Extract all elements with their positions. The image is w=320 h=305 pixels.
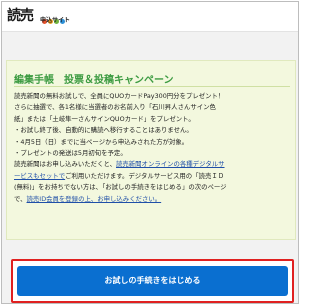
cta-highlight-frame: お試しの手続きをはじめる [11, 259, 294, 303]
digital-services-link-cont[interactable]: ービスもセットで [14, 172, 65, 180]
description-text: で、 [14, 194, 27, 203]
description-line: ・プレゼントの発送は5月初旬を予定。 [14, 149, 127, 158]
campaign-title: 編集手帳 投票＆投稿キャンペーン [14, 75, 174, 86]
logo-dots-icon [42, 9, 66, 24]
description-line: ービスもセットでご利用いただけます。デジタルサービス用の「読売ＩＤ [14, 171, 294, 182]
description-line: で、読売ID会員を登録の上、お申し込みください。 [14, 194, 294, 205]
title-divider [14, 86, 290, 87]
campaign-description: 読売新聞の無料お試しで、全員にQUOカードPay300円分をプレゼント！ さらに… [14, 91, 294, 205]
description-line: (無料)」をお持ちでない方は、「お試しの手続きをはじめる」の次のページ [14, 183, 227, 192]
page-frame: 読売 申込サイト 編集手帳 投票＆投稿キャンペーン 読売新聞の無料お試しで、全員… [1, 1, 299, 304]
description-line: 読売新聞はお申し込みいただくと、読売新聞オンラインの各種デジタルサ [14, 159, 294, 170]
site-logo[interactable]: 読売 [7, 7, 34, 25]
logo-subtitle: 申込サイト [40, 17, 71, 24]
site-header: 読売 申込サイト [2, 2, 298, 32]
description-line: 読売新聞の無料お試しで、全員にQUOカードPay300円分をプレゼント！ [14, 92, 225, 100]
description-line: 紙」または「土岐隼一さんサインQUOカード」をプレゼント。 [14, 114, 195, 123]
start-trial-button[interactable]: お試しの手続きをはじめる [17, 266, 288, 296]
description-line: ・4月5日（日）までに当ページから申込みされた方が対象。 [14, 137, 189, 146]
description-text: 読売新聞はお申し込みいただくと、 [14, 160, 116, 169]
digital-services-link[interactable]: 読売新聞オンラインの各種デジタルサ [116, 160, 225, 168]
description-line: ・お試し終了後、自動的に購読へ移行することはありません。 [14, 126, 193, 135]
description-line: さらに抽選で、各1名様に当選者のお名前入り「石川昇人さんサイン色 [14, 103, 216, 112]
description-text: ご利用いただけます。デジタルサービス用の「読売ＩＤ [65, 171, 225, 180]
yomiuri-id-register-link[interactable]: 読売ID会員を登録の上、お申し込みください。 [27, 195, 162, 203]
campaign-card: 編集手帳 投票＆投稿キャンペーン 読売新聞の無料お試しで、全員にQUOカードPa… [6, 60, 296, 240]
